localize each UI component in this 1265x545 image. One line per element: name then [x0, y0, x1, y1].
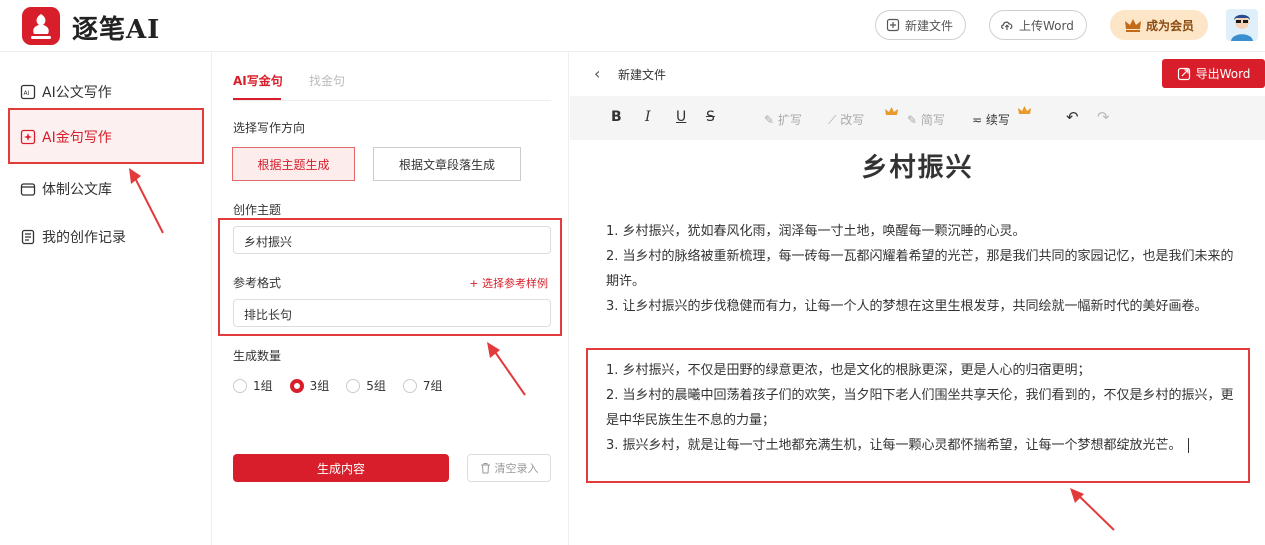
tab-active-indicator: [233, 98, 281, 100]
add-file-icon: [886, 18, 900, 32]
editor-topbar: ‹ 新建文件 导出Word: [570, 52, 1265, 96]
shorten-label: 简写: [920, 113, 945, 127]
cloud-upload-icon: [1001, 21, 1013, 30]
wand-icon: ⟋: [828, 113, 841, 127]
direction-label: 选择写作方向: [233, 121, 306, 135]
document-name: 新建文件: [618, 68, 667, 82]
crown-icon: [1124, 19, 1141, 32]
back-chevron-icon[interactable]: ‹: [594, 64, 600, 83]
crown-icon: [1018, 106, 1031, 114]
clear-button[interactable]: 清空录入: [467, 454, 551, 482]
shorten-icon: ✎: [907, 113, 921, 127]
undo-icon[interactable]: ↶: [1066, 108, 1079, 126]
brand-name: 逐笔AI: [72, 15, 161, 45]
radio-label: 1组: [253, 379, 273, 393]
upload-word-label: 上传Word: [1019, 18, 1074, 33]
sidebar: AI AI公文写作 AI金句写作 体制公文库 我的创作记录: [0, 52, 212, 545]
count-radio-1[interactable]: 1组: [233, 377, 273, 394]
sidebar-highlight-frame: AI金句写作: [8, 108, 204, 164]
document-title[interactable]: 乡村振兴: [570, 147, 1265, 184]
sparkle-doc-icon: [20, 129, 36, 145]
underline-button[interactable]: U: [676, 109, 686, 125]
trash-icon: [480, 463, 490, 474]
sidebar-item-label: 我的创作记录: [42, 230, 126, 246]
bold-button[interactable]: B: [611, 109, 622, 125]
tab-ai-quote[interactable]: AI写金句: [233, 72, 283, 89]
become-member-label: 成为会员: [1145, 18, 1194, 33]
export-label: 导出Word: [1195, 67, 1251, 81]
tab-divider: [233, 100, 551, 101]
radio-dot: [346, 378, 361, 393]
top-header: 逐笔AI 新建文件 上传Word 成为会员: [0, 0, 1265, 52]
by-topic-button[interactable]: 根据主题生成: [232, 147, 355, 181]
sidebar-item-library[interactable]: 体制公文库: [20, 174, 112, 204]
count-radio-group: 1组 3组 5组 7组: [233, 377, 460, 394]
folder-icon: [20, 183, 36, 196]
count-radio-3[interactable]: 3组: [289, 377, 330, 394]
count-radio-7[interactable]: 7组: [402, 377, 443, 394]
shorten-button[interactable]: ✎ 简写: [907, 111, 945, 128]
upload-word-button[interactable]: 上传Word: [989, 10, 1087, 40]
topic-label: 创作主题: [233, 203, 282, 217]
paragraph-line[interactable]: 2. 当乡村的脉络被重新梳理，每一砖每一瓦都闪耀着希望的光芒，那是我们共同的家园…: [606, 244, 1238, 294]
tab-find-quote[interactable]: 找金句: [309, 72, 345, 89]
sidebar-item-label: AI公文写作: [42, 85, 112, 101]
become-member-button[interactable]: 成为会员: [1110, 10, 1208, 40]
sidebar-item-history[interactable]: 我的创作记录: [20, 222, 126, 252]
editor-toolbar: B I U S ✎ 扩写 ⟋ 改写 ✎ 简写 ≂ 续写 ↶ ↷: [570, 96, 1265, 140]
count-radio-5[interactable]: 5组: [346, 377, 386, 394]
continue-icon: ≂: [972, 113, 986, 127]
sidebar-item-label: AI金句写作: [42, 130, 112, 146]
sidebar-item-ai-quote[interactable]: AI金句写作: [20, 122, 112, 152]
new-file-button[interactable]: 新建文件: [875, 10, 967, 40]
clear-label: 清空录入: [494, 462, 539, 475]
annotation-arrow: [1070, 488, 1115, 531]
count-label: 生成数量: [233, 349, 282, 363]
radio-label: 3组: [309, 379, 330, 393]
radio-label: 5组: [366, 379, 386, 393]
export-icon: [1177, 67, 1190, 80]
radio-dot: [402, 378, 417, 393]
by-paragraph-button[interactable]: 根据文章段落生成: [373, 147, 521, 181]
logo-icon: [22, 7, 60, 45]
continue-button[interactable]: ≂ 续写: [972, 111, 1010, 128]
expand-button[interactable]: ✎ 扩写: [764, 111, 802, 128]
annotation-arrow: [487, 342, 526, 396]
export-word-button[interactable]: 导出Word: [1162, 59, 1265, 88]
user-avatar-icon: [1226, 9, 1258, 41]
radio-label: 7组: [422, 379, 443, 393]
annotation-arrow: [129, 168, 164, 234]
document-ai-icon: AI: [20, 84, 36, 100]
input-highlight-frame: [218, 218, 562, 336]
redo-icon[interactable]: ↷: [1097, 108, 1110, 126]
expand-label: 扩写: [777, 113, 802, 127]
strike-button[interactable]: S: [706, 109, 715, 125]
record-icon: [21, 229, 35, 245]
rewrite-label: 改写: [840, 113, 865, 127]
generate-button[interactable]: 生成内容: [233, 454, 449, 482]
paragraph-line[interactable]: 3. 让乡村振兴的步伐稳健而有力，让每一个人的梦想在这里生根发芽，共同绘就一幅新…: [606, 294, 1238, 319]
radio-dot: [233, 378, 247, 393]
rewrite-button[interactable]: ⟋ 改写: [828, 111, 864, 128]
pen-icon: ✎: [764, 113, 778, 127]
radio-dot-selected: [289, 378, 304, 393]
paragraph-line[interactable]: 1. 乡村振兴，犹如春风化雨，润泽每一寸土地，唤醒每一颗沉睡的心灵。: [606, 219, 1238, 244]
new-file-label: 新建文件: [905, 18, 954, 33]
result-highlight-frame: [586, 348, 1250, 483]
crown-icon: [885, 107, 898, 115]
svg-text:AI: AI: [24, 90, 30, 97]
sidebar-item-ai-official[interactable]: AI AI公文写作: [20, 77, 112, 107]
sidebar-item-label: 体制公文库: [42, 182, 112, 198]
italic-button[interactable]: I: [645, 109, 651, 125]
avatar[interactable]: [1226, 9, 1258, 41]
continue-label: 续写: [985, 113, 1010, 127]
